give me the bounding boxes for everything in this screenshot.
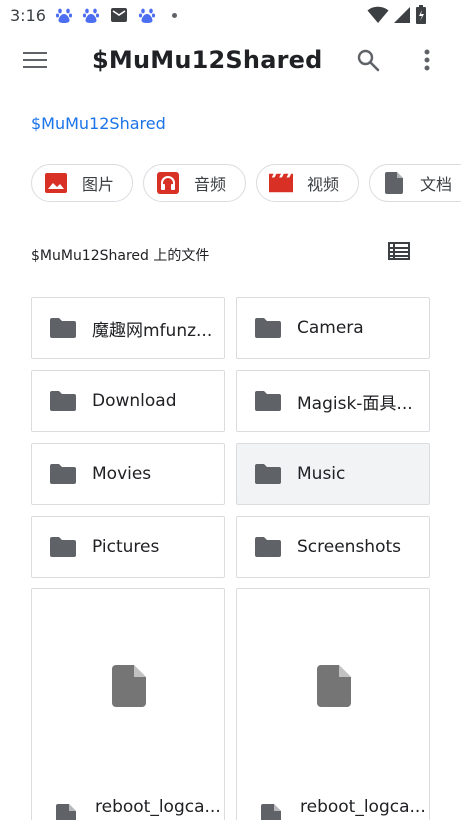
headphones-icon [156,171,180,195]
list-view-icon [388,242,410,264]
file-name: reboot_logca... [95,797,219,817]
baidu-icon [82,6,100,24]
folder-card[interactable]: Magisk-面具... [236,370,430,432]
folder-card[interactable]: Screenshots [236,516,430,578]
wifi-icon [367,6,389,28]
battery-icon [415,5,427,29]
breadcrumb[interactable]: $MuMu12Shared [31,114,166,133]
file-thumbnail-icon [112,665,146,707]
folder-icon [254,535,282,559]
app-title: $MuMu12Shared [92,46,323,74]
chip-label: 图片 [81,175,114,194]
section-title: $MuMu12Shared 上的文件 [31,248,210,264]
folder-icon [254,462,282,486]
mail-icon [110,6,128,24]
folder-icon [49,389,77,413]
menu-button[interactable] [20,48,50,76]
folder-name: 魔趣网mfunz... [92,320,213,341]
folder-name: Camera [297,318,364,338]
file-manager-screen: 3:16 $MuMu12Shared $MuMu12Shared 图片 音频 视… [0,0,461,820]
folder-icon [49,316,77,340]
chip-label: 音频 [194,175,227,194]
filter-chips: 图片 音频 视频 文档 [31,164,461,202]
folder-card[interactable]: Music [236,443,430,505]
movie-icon [269,171,293,195]
app-bar: $MuMu12Shared [0,32,461,92]
document-icon [382,171,406,195]
folder-card[interactable]: Movies [31,443,225,505]
baidu-icon [55,6,73,24]
folder-icon [49,462,77,486]
folder-name: Music [297,464,346,484]
file-card[interactable]: reboot_logca... [236,588,430,820]
folder-icon [254,316,282,340]
file-name: reboot_logca... [300,797,424,817]
more-notifications-dot-icon [172,13,177,18]
chip-images[interactable]: 图片 [31,164,133,202]
chip-label: 视频 [307,175,340,194]
status-bar: 3:16 [0,0,461,32]
folder-name: Download [92,391,177,411]
folder-name: Movies [92,464,152,484]
folder-card[interactable]: Pictures [31,516,225,578]
chip-audio[interactable]: 音频 [143,164,246,202]
file-thumbnail-icon [317,665,351,707]
chip-documents[interactable]: 文档 [369,164,461,202]
file-icon [261,804,281,820]
status-time: 3:16 [10,6,46,25]
file-icon [56,804,76,820]
baidu-icon [138,6,156,24]
chip-video[interactable]: 视频 [256,164,359,202]
view-toggle-button[interactable] [386,241,412,265]
image-icon [44,171,68,195]
more-vert-icon [424,49,430,75]
status-right-icons [367,5,427,29]
folder-icon [49,535,77,559]
folder-card[interactable]: 魔趣网mfunz... [31,297,225,359]
folder-card[interactable]: Camera [236,297,430,359]
hamburger-menu-icon [23,51,47,73]
folder-card[interactable]: Download [31,370,225,432]
folder-name: Screenshots [297,537,402,557]
folder-icon [254,389,282,413]
folder-name: Magisk-面具... [297,393,413,414]
search-icon [356,48,380,76]
folder-name: Pictures [92,537,160,557]
search-button[interactable] [353,47,383,77]
more-options-button[interactable] [413,47,441,77]
signal-icon [393,6,411,28]
chip-label: 文档 [420,175,453,194]
file-card[interactable]: reboot_logca... [31,588,225,820]
